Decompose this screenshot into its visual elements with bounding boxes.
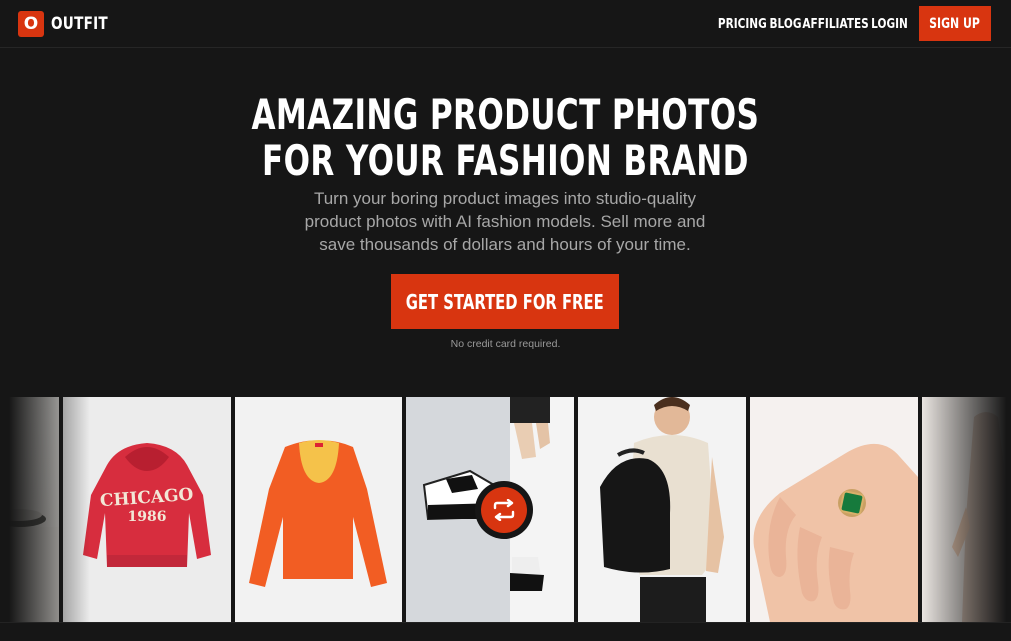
dress-model-image	[952, 412, 1010, 622]
nav-pricing[interactable]: PRICING	[718, 16, 767, 32]
logo[interactable]: O OUTFIT	[18, 11, 122, 37]
gallery-tile-shoe-surface	[0, 397, 59, 622]
swap-button[interactable]	[475, 481, 533, 539]
top-navigation: O OUTFIT PRICING BLOG AFFILIATES LOGIN S…	[0, 0, 1011, 48]
gallery-tile-ring	[750, 397, 918, 622]
bottom-band	[0, 622, 1011, 641]
gallery-tile-dress	[922, 397, 1011, 622]
sign-up-label: SIGN UP	[929, 15, 981, 32]
nav-affiliates[interactable]: AFFILIATES	[803, 16, 869, 32]
sign-up-button[interactable]: SIGN UP	[919, 6, 991, 41]
hero-subtitle-line-2: product photos with AI fashion models. S…	[304, 212, 706, 231]
logo-mark: O	[18, 11, 44, 37]
no-credit-card-note: No credit card required.	[450, 338, 561, 350]
nav-menu: PRICING BLOG AFFILIATES LOGIN SIGN UP	[718, 6, 991, 41]
hero-title: AMAZING PRODUCT PHOTOS FOR YOUR FASHION …	[131, 92, 879, 184]
hoodie-text-1986: 1986	[128, 509, 167, 525]
gallery-tile-hoodie: CHICAGO 1986	[63, 397, 231, 622]
gallery-tile-sweater	[235, 397, 402, 622]
hero-title-line-2: FOR YOUR FASHION BRAND	[261, 136, 749, 185]
hero-subtitle-line-1: Turn your boring product images into stu…	[313, 189, 697, 208]
gallery-tile-backpack	[578, 397, 746, 622]
hero-title-line-1: AMAZING PRODUCT PHOTOS	[251, 90, 760, 139]
get-started-button[interactable]: GET STARTED FOR FREE	[391, 274, 619, 329]
hero-subtitle-line-3: save thousands of dollars and hours of y…	[319, 235, 691, 254]
emerald-ring-image	[753, 443, 918, 622]
backpack-model-image	[600, 397, 724, 622]
logo-text: OUTFIT	[51, 14, 108, 34]
nav-login[interactable]: LOGIN	[871, 16, 908, 32]
get-started-label: GET STARTED FOR FREE	[406, 289, 604, 314]
orange-sweater-image	[249, 440, 387, 587]
hero-subtitle: Turn your boring product images into stu…	[295, 187, 715, 256]
shoe-surface-image	[0, 509, 59, 622]
red-hoodie-image: CHICAGO 1986	[83, 443, 211, 567]
swap-icon	[481, 487, 527, 533]
nav-blog[interactable]: BLOG	[769, 16, 801, 32]
